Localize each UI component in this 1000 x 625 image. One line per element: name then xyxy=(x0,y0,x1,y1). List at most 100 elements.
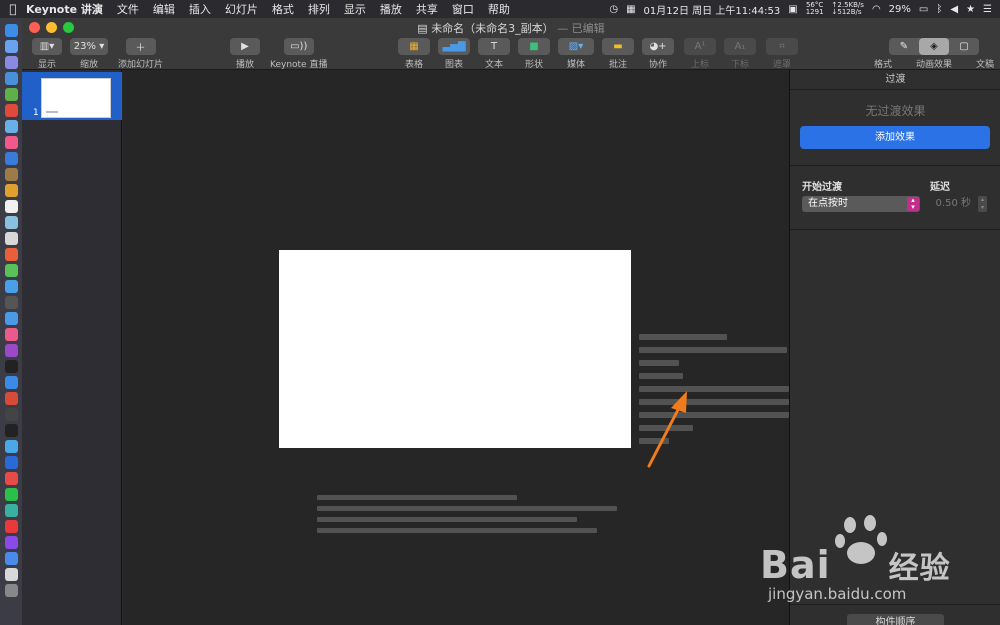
menu-file[interactable]: 文件 xyxy=(117,1,139,17)
app-icon[interactable] xyxy=(4,168,18,181)
comment-icon[interactable]: ▬ xyxy=(602,38,634,55)
temperature[interactable]: 56°C 1291 xyxy=(806,2,824,16)
view-button[interactable]: ▥▾ 显示 xyxy=(32,38,62,70)
plus-icon[interactable]: ＋ xyxy=(125,38,156,55)
bluetooth-icon[interactable]: ᛒ xyxy=(936,4,942,15)
battery-percent[interactable]: 29% xyxy=(889,4,911,15)
clock-icon[interactable]: ◷ xyxy=(609,4,618,15)
app-icon[interactable] xyxy=(4,152,18,165)
volume-icon[interactable]: ◀ xyxy=(950,4,958,15)
table-button[interactable]: ▦ 表格 xyxy=(398,38,430,70)
app-icon[interactable] xyxy=(4,392,18,405)
app-icon[interactable] xyxy=(4,296,18,309)
siri-icon[interactable] xyxy=(4,40,18,53)
zoom-select[interactable]: 23% ▾ xyxy=(70,38,108,55)
datetime[interactable]: 01月12日 周日 上午11:44:53 xyxy=(644,2,781,17)
chart-icon[interactable]: ▃▅▇ xyxy=(438,38,470,55)
keynote-live-button[interactable]: ▭)) Keynote 直播 xyxy=(270,38,327,70)
vpn-icon[interactable] xyxy=(4,456,18,469)
add-slide-button[interactable]: ＋ 添加幻灯片 xyxy=(118,38,163,70)
chart-button[interactable]: ▃▅▇ 图表 xyxy=(438,38,470,70)
app-icon[interactable] xyxy=(4,136,18,149)
superscript-button[interactable]: A¹ 上标 xyxy=(684,38,716,70)
network-speed[interactable]: ↑2.5KB/s ↓512B/s xyxy=(832,2,864,16)
build-order-button[interactable]: 构件顺序 xyxy=(847,614,944,625)
menu-share[interactable]: 共享 xyxy=(416,1,438,17)
app-icon[interactable] xyxy=(4,520,18,533)
play-icon[interactable]: ▶ xyxy=(230,38,260,55)
app-icon[interactable] xyxy=(4,504,18,517)
messages-icon[interactable] xyxy=(4,264,18,277)
tv-icon[interactable] xyxy=(4,360,18,373)
notes-icon[interactable] xyxy=(4,184,18,197)
mask-button[interactable]: ⌗ 遮罩 xyxy=(766,38,798,70)
battery-icon[interactable]: ▭ xyxy=(919,4,928,15)
app-icon[interactable] xyxy=(4,472,18,485)
calendar-app-icon[interactable] xyxy=(4,200,18,213)
delay-field[interactable]: 0.50 秒 xyxy=(930,196,975,212)
terminal-icon[interactable] xyxy=(4,424,18,437)
app-icon[interactable] xyxy=(4,88,18,101)
apple-icon[interactable]:  xyxy=(0,2,26,16)
document-tab-label[interactable]: 文稿 xyxy=(976,57,994,70)
add-effect-button[interactable]: 添加效果 xyxy=(800,126,990,149)
text-button[interactable]: T 文本 xyxy=(478,38,510,70)
slide-thumbnail-selected[interactable]: 1 xyxy=(22,72,122,120)
table-icon[interactable]: ▦ xyxy=(398,38,430,55)
slide-thumbnail[interactable] xyxy=(41,78,111,118)
app-icon[interactable] xyxy=(4,120,18,133)
media-button[interactable]: ▨▾ 媒体 xyxy=(558,38,594,70)
text-icon[interactable]: T xyxy=(478,38,510,55)
subscript-icon[interactable]: A₁ xyxy=(724,38,756,55)
collaborate-icon[interactable]: ◕+ xyxy=(642,38,674,55)
music-icon[interactable] xyxy=(4,328,18,341)
menu-window[interactable]: 窗口 xyxy=(452,1,474,17)
media-icon[interactable]: ▨▾ xyxy=(558,38,594,55)
keynote-icon[interactable] xyxy=(4,312,18,325)
chrome-icon[interactable] xyxy=(4,104,18,117)
transition-tab[interactable]: 过渡 xyxy=(790,70,1000,90)
delay-stepper[interactable]: ▴ ▾ xyxy=(978,196,987,212)
launchpad-icon[interactable] xyxy=(4,56,18,69)
app-icon[interactable] xyxy=(4,280,18,293)
animate-icon[interactable]: ◈ xyxy=(919,38,949,55)
document-setup-icon[interactable]: ▢ xyxy=(949,38,979,55)
app-icon[interactable] xyxy=(4,440,18,453)
app-icon[interactable] xyxy=(4,536,18,549)
subscript-button[interactable]: A₁ 下标 xyxy=(724,38,756,70)
menu-format[interactable]: 格式 xyxy=(272,1,294,17)
app-icon[interactable] xyxy=(4,232,18,245)
shape-icon[interactable]: ■ xyxy=(518,38,550,55)
app-icon[interactable] xyxy=(4,408,18,421)
zoom-control[interactable]: 23% ▾ 缩放 xyxy=(70,38,108,70)
animate-tab-label[interactable]: 动画效果 xyxy=(916,57,952,70)
shape-button[interactable]: ■ 形状 xyxy=(518,38,550,70)
menu-play[interactable]: 播放 xyxy=(380,1,402,17)
photos-icon[interactable] xyxy=(4,248,18,261)
app-icon[interactable] xyxy=(4,216,18,229)
app-icon[interactable] xyxy=(4,552,18,565)
menu-slide[interactable]: 幻灯片 xyxy=(225,1,258,17)
trash-icon[interactable] xyxy=(4,584,18,597)
format-brush-icon[interactable]: ✎ xyxy=(889,38,919,55)
menu-edit[interactable]: 编辑 xyxy=(153,1,175,17)
comment-button[interactable]: ▬ 批注 xyxy=(602,38,634,70)
app-menu[interactable]: Keynote 讲演 xyxy=(26,1,103,17)
mask-icon[interactable]: ⌗ xyxy=(766,38,798,55)
menu-extra-icon[interactable]: ▣ xyxy=(788,4,797,15)
sidebar-icon[interactable]: ▥▾ xyxy=(32,38,62,55)
wechat-icon[interactable] xyxy=(4,488,18,501)
live-icon[interactable]: ▭)) xyxy=(283,38,314,55)
menu-arrange[interactable]: 排列 xyxy=(308,1,330,17)
collaborate-button[interactable]: ◕+ 协作 xyxy=(642,38,674,70)
format-tab-label[interactable]: 格式 xyxy=(874,57,892,70)
menu-help[interactable]: 帮助 xyxy=(488,1,510,17)
start-transition-select[interactable]: 在点按时 ▴ ▾ xyxy=(802,196,920,212)
play-button[interactable]: ▶ 播放 xyxy=(230,38,260,70)
safari-icon[interactable] xyxy=(4,72,18,85)
menu-view[interactable]: 显示 xyxy=(344,1,366,17)
superscript-icon[interactable]: A¹ xyxy=(684,38,716,55)
slide-canvas[interactable] xyxy=(123,70,789,625)
podcasts-icon[interactable] xyxy=(4,344,18,357)
calendar-icon[interactable]: ▦ xyxy=(626,4,635,15)
